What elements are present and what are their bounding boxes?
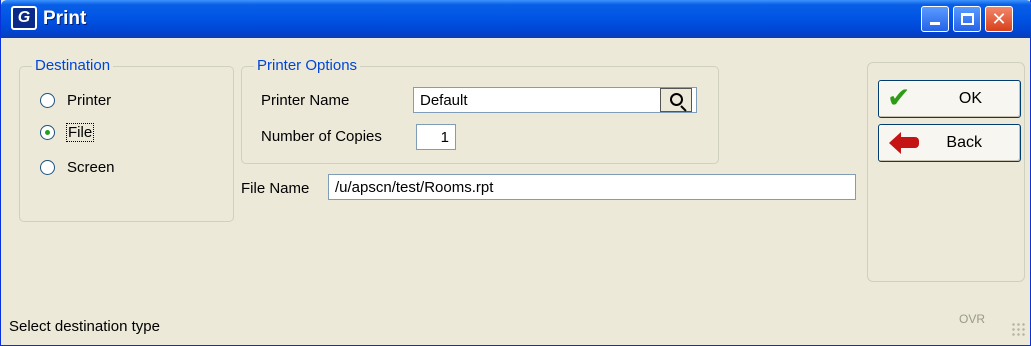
maximize-button[interactable]	[953, 6, 981, 32]
printer-lookup-button[interactable]	[660, 88, 692, 112]
maximize-icon	[961, 13, 974, 25]
radio-file-label: File	[65, 122, 95, 142]
print-window: G Print ✕ Destination Printer File Scree…	[0, 0, 1031, 346]
close-icon: ✕	[991, 9, 1007, 29]
printer-name-label: Printer Name	[261, 92, 350, 109]
minimize-icon	[930, 22, 940, 25]
radio-file[interactable]: File	[40, 121, 95, 143]
radio-printer-indicator[interactable]	[40, 92, 55, 108]
radio-screen-label: Screen	[67, 158, 115, 176]
back-button-label: Back	[946, 134, 982, 151]
radio-printer-label: Printer	[67, 91, 112, 109]
copies-field[interactable]: 1	[416, 124, 456, 150]
printer-options-group: Printer Options	[241, 57, 719, 164]
app-icon: G	[11, 6, 37, 30]
file-name-label: File Name	[241, 180, 310, 197]
title-bar[interactable]: G Print ✕	[1, 0, 1031, 38]
destination-legend: Destination	[32, 57, 114, 74]
minimize-button[interactable]	[921, 6, 949, 32]
checkmark-icon: ✔	[887, 82, 911, 113]
status-message: Select destination type	[9, 318, 160, 335]
radio-file-indicator[interactable]	[40, 124, 55, 140]
window-title: Print	[43, 8, 87, 29]
radio-screen-indicator[interactable]	[40, 159, 55, 175]
copies-label: Number of Copies	[261, 128, 382, 145]
printer-name-field[interactable]: Default	[413, 87, 697, 113]
magnifier-handle	[680, 105, 687, 112]
file-name-field[interactable]: /u/apscn/test/Rooms.rpt	[328, 174, 856, 200]
resize-grip-icon[interactable]	[1011, 322, 1027, 338]
ok-button-label: OK	[958, 90, 982, 107]
ovr-indicator: OVR	[959, 312, 986, 326]
close-button[interactable]: ✕	[985, 6, 1013, 32]
destination-group: Destination Printer File Screen	[19, 57, 234, 222]
back-button[interactable]: Back	[878, 124, 1021, 162]
ok-button[interactable]: ✔ OK	[878, 80, 1021, 118]
radio-screen[interactable]: Screen	[40, 156, 115, 178]
radio-printer[interactable]: Printer	[40, 89, 111, 111]
back-arrow-icon	[889, 132, 919, 154]
printer-options-legend: Printer Options	[254, 57, 361, 74]
